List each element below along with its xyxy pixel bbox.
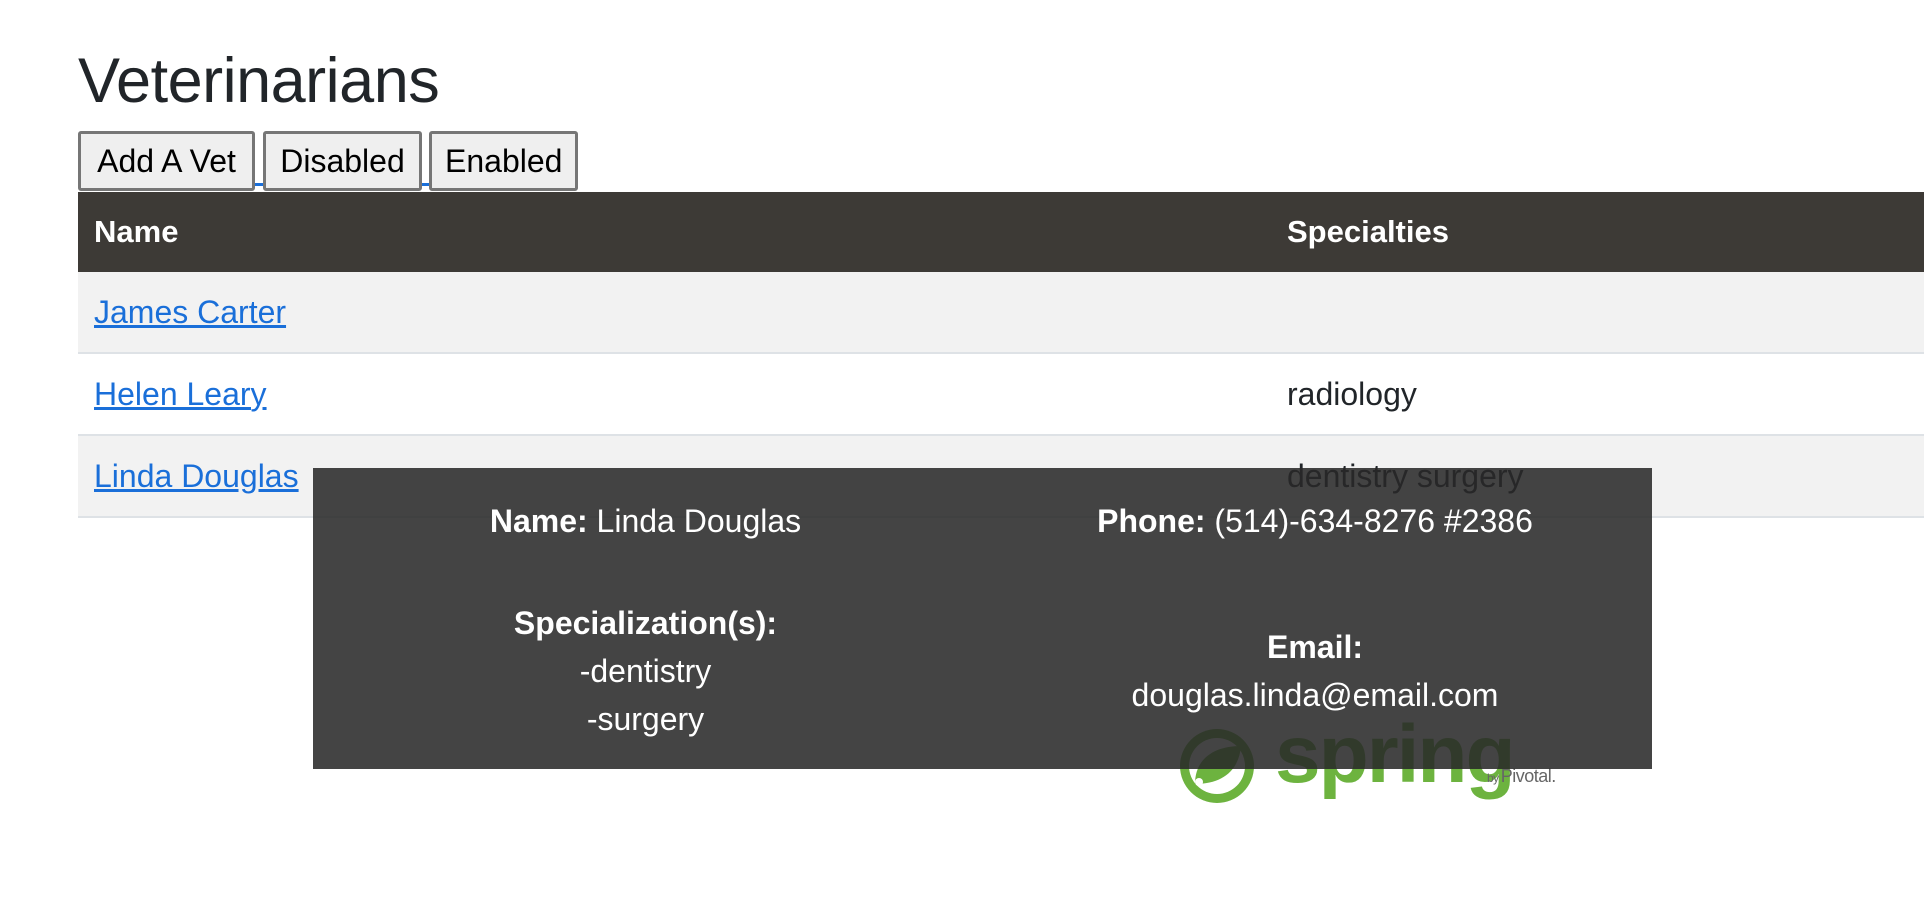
tooltip-phone-value: (514)-634-8276 #2386 bbox=[1214, 503, 1533, 539]
tooltip-email-label: Email: bbox=[1266, 629, 1364, 665]
link-underline-fragment bbox=[255, 183, 263, 186]
table-row: James Carter bbox=[78, 272, 1924, 354]
disabled-filter-button[interactable]: Disabled bbox=[263, 131, 422, 191]
byline-company: Pivotal. bbox=[1500, 766, 1557, 786]
link-underline-fragment bbox=[422, 183, 429, 186]
enabled-filter-button[interactable]: Enabled bbox=[429, 131, 578, 191]
vet-specialties-cell: radiology bbox=[1271, 353, 1924, 436]
vet-name-cell: James Carter bbox=[78, 272, 1271, 354]
vet-name-cell: Helen Leary bbox=[78, 353, 1271, 436]
vet-name-link[interactable]: James Carter bbox=[94, 294, 286, 330]
tooltip-email-value: douglas.linda@email.com bbox=[1131, 677, 1499, 713]
tooltip-right-column: Phone: (514)-634-8276 #2386 Email: dougl… bbox=[978, 468, 1652, 769]
tooltip-phone-label: Phone: bbox=[1097, 503, 1206, 539]
tooltip-phone-line: Phone: (514)-634-8276 #2386 bbox=[978, 497, 1652, 545]
tooltip-specialization-label: Specialization(s): bbox=[513, 605, 778, 641]
column-header-name: Name bbox=[78, 192, 1271, 272]
vet-name-link[interactable]: Helen Leary bbox=[94, 376, 267, 412]
byline-prefix: by bbox=[1487, 771, 1499, 785]
table-row: Helen Leary radiology bbox=[78, 353, 1924, 436]
tooltip-specialization-item: -dentistry bbox=[579, 653, 712, 689]
vet-name-link[interactable]: Linda Douglas bbox=[94, 458, 299, 494]
tooltip-left-column: Name: Linda Douglas Specialization(s): -… bbox=[313, 468, 978, 769]
table-header-row: Name Specialties bbox=[78, 192, 1924, 272]
tooltip-name-label: Name: bbox=[489, 503, 588, 539]
tooltip-name-value: Linda Douglas bbox=[596, 503, 802, 539]
tooltip-specialization-item: -surgery bbox=[586, 701, 705, 737]
vet-specialties-cell bbox=[1271, 272, 1924, 354]
column-header-specialties: Specialties bbox=[1271, 192, 1924, 272]
pivotal-byline: by Pivotal. bbox=[1487, 766, 1556, 787]
vet-details-tooltip: Name: Linda Douglas Specialization(s): -… bbox=[313, 468, 1652, 769]
page-title: Veterinarians bbox=[78, 46, 440, 116]
add-vet-button[interactable]: Add A Vet bbox=[78, 131, 255, 191]
tooltip-name-line: Name: Linda Douglas bbox=[313, 497, 978, 545]
